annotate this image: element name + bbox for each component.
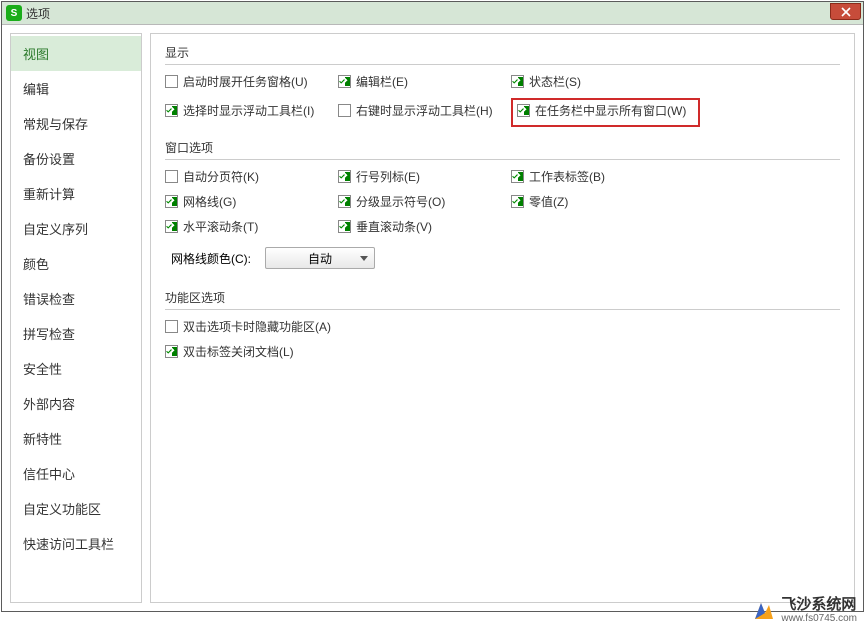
window-check-0[interactable]: 自动分页符(K)	[165, 168, 330, 185]
sidebar-item-7[interactable]: 错误检查	[11, 281, 141, 316]
watermark-icon	[751, 597, 777, 623]
checkbox-icon	[338, 104, 351, 117]
checkbox-label: 编辑栏(E)	[356, 73, 408, 90]
checkbox-label: 右键时显示浮动工具栏(H)	[356, 102, 493, 119]
checkbox-icon	[511, 195, 524, 208]
checkbox-icon	[165, 170, 178, 183]
highlight-box: 在任务栏中显示所有窗口(W)	[511, 98, 700, 127]
checkbox-label: 工作表标签(B)	[529, 168, 605, 185]
window-check-6[interactable]: 水平滚动条(T)	[165, 218, 330, 235]
sidebar-item-0[interactable]: 视图	[11, 36, 141, 71]
checkbox-label: 在任务栏中显示所有窗口(W)	[535, 102, 686, 119]
sidebar-item-1[interactable]: 编辑	[11, 71, 141, 106]
section-title-display: 显示	[165, 44, 840, 65]
close-button[interactable]	[830, 3, 861, 20]
checkbox-icon	[511, 170, 524, 183]
sidebar-item-8[interactable]: 拼写检查	[11, 316, 141, 351]
checkbox-label: 水平滚动条(T)	[183, 218, 258, 235]
ribbon-check-1[interactable]: 双击标签关闭文档(L)	[165, 343, 294, 360]
checkbox-label: 启动时展开任务窗格(U)	[183, 73, 308, 90]
gridcolor-dropdown[interactable]: 自动	[265, 247, 375, 269]
gridcolor-value: 自动	[308, 250, 332, 267]
display-check-1[interactable]: 编辑栏(E)	[338, 73, 503, 90]
checkbox-icon	[165, 104, 178, 117]
sidebar-item-12[interactable]: 信任中心	[11, 456, 141, 491]
window-check-5[interactable]: 零值(Z)	[511, 193, 568, 210]
checkbox-label: 双击选项卡时隐藏功能区(A)	[183, 318, 331, 335]
display-check-5[interactable]: 在任务栏中显示所有窗口(W)	[517, 102, 686, 119]
sidebar-item-13[interactable]: 自定义功能区	[11, 491, 141, 526]
app-icon: S	[6, 5, 22, 21]
window-check-4[interactable]: 分级显示符号(O)	[338, 193, 503, 210]
checkbox-icon	[165, 320, 178, 333]
watermark: 飞沙系统网 www.fs0745.com	[751, 597, 857, 625]
checkbox-label: 网格线(G)	[183, 193, 236, 210]
checkbox-label: 零值(Z)	[529, 193, 568, 210]
checkbox-icon	[511, 75, 524, 88]
checkbox-icon	[165, 345, 178, 358]
checkbox-label: 状态栏(S)	[529, 73, 581, 90]
checkbox-label: 自动分页符(K)	[183, 168, 259, 185]
section-title-window: 窗口选项	[165, 139, 840, 160]
sidebar-item-10[interactable]: 外部内容	[11, 386, 141, 421]
close-icon	[841, 7, 851, 17]
checkbox-icon	[517, 104, 530, 117]
checkbox-label: 双击标签关闭文档(L)	[183, 343, 294, 360]
section-title-ribbon: 功能区选项	[165, 289, 840, 310]
window-check-1[interactable]: 行号列标(E)	[338, 168, 503, 185]
window-check-2[interactable]: 工作表标签(B)	[511, 168, 605, 185]
sidebar-item-3[interactable]: 备份设置	[11, 141, 141, 176]
checkbox-icon	[338, 220, 351, 233]
sidebar-item-14[interactable]: 快速访问工具栏	[11, 526, 141, 561]
checkbox-icon	[338, 170, 351, 183]
window-check-7[interactable]: 垂直滚动条(V)	[338, 218, 503, 235]
display-check-4[interactable]: 右键时显示浮动工具栏(H)	[338, 98, 503, 123]
sidebar-item-6[interactable]: 颜色	[11, 246, 141, 281]
checkbox-icon	[165, 75, 178, 88]
titlebar: S 选项	[2, 2, 863, 25]
checkbox-icon	[338, 195, 351, 208]
chevron-down-icon	[360, 256, 368, 261]
main-panel: 显示 启动时展开任务窗格(U) 编辑栏(E) 状态栏(S) 选择时显示浮动工具栏(I…	[150, 33, 855, 603]
checkbox-label: 选择时显示浮动工具栏(I)	[183, 102, 314, 119]
sidebar-item-4[interactable]: 重新计算	[11, 176, 141, 211]
checkbox-icon	[165, 195, 178, 208]
checkbox-label: 垂直滚动条(V)	[356, 218, 432, 235]
ribbon-check-0[interactable]: 双击选项卡时隐藏功能区(A)	[165, 318, 331, 335]
checkbox-label: 行号列标(E)	[356, 168, 420, 185]
checkbox-label: 分级显示符号(O)	[356, 193, 445, 210]
watermark-url: www.fs0745.com	[781, 613, 857, 624]
display-check-2[interactable]: 状态栏(S)	[511, 73, 581, 90]
display-check-3[interactable]: 选择时显示浮动工具栏(I)	[165, 98, 330, 123]
checkbox-icon	[338, 75, 351, 88]
gridcolor-label: 网格线颜色(C):	[171, 250, 251, 267]
sidebar-item-5[interactable]: 自定义序列	[11, 211, 141, 246]
watermark-title: 飞沙系统网	[781, 597, 857, 614]
sidebar: 视图编辑常规与保存备份设置重新计算自定义序列颜色错误检查拼写检查安全性外部内容新…	[10, 33, 142, 603]
sidebar-item-2[interactable]: 常规与保存	[11, 106, 141, 141]
display-check-0[interactable]: 启动时展开任务窗格(U)	[165, 73, 330, 90]
checkbox-icon	[165, 220, 178, 233]
sidebar-item-9[interactable]: 安全性	[11, 351, 141, 386]
sidebar-item-11[interactable]: 新特性	[11, 421, 141, 456]
window-title: 选项	[26, 5, 50, 22]
window-check-3[interactable]: 网格线(G)	[165, 193, 330, 210]
